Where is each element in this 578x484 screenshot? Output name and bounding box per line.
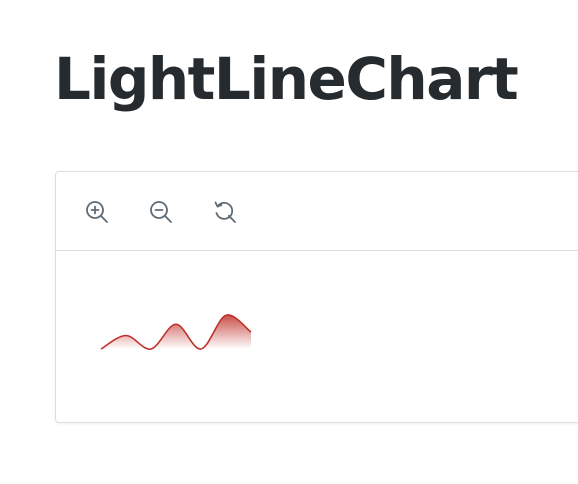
chart-area[interactable] xyxy=(56,251,578,421)
reset-icon xyxy=(214,201,236,223)
series-area xyxy=(101,314,251,350)
chart-toolbar xyxy=(56,172,578,251)
zoom-out-icon xyxy=(150,201,172,223)
line-chart xyxy=(100,314,252,350)
zoom-in-icon xyxy=(86,201,108,223)
zoom-out-button[interactable] xyxy=(147,198,175,226)
page-title: LightLineChart xyxy=(54,45,519,113)
reset-zoom-button[interactable] xyxy=(211,198,239,226)
zoom-in-button[interactable] xyxy=(83,198,111,226)
chart-card xyxy=(55,171,578,423)
